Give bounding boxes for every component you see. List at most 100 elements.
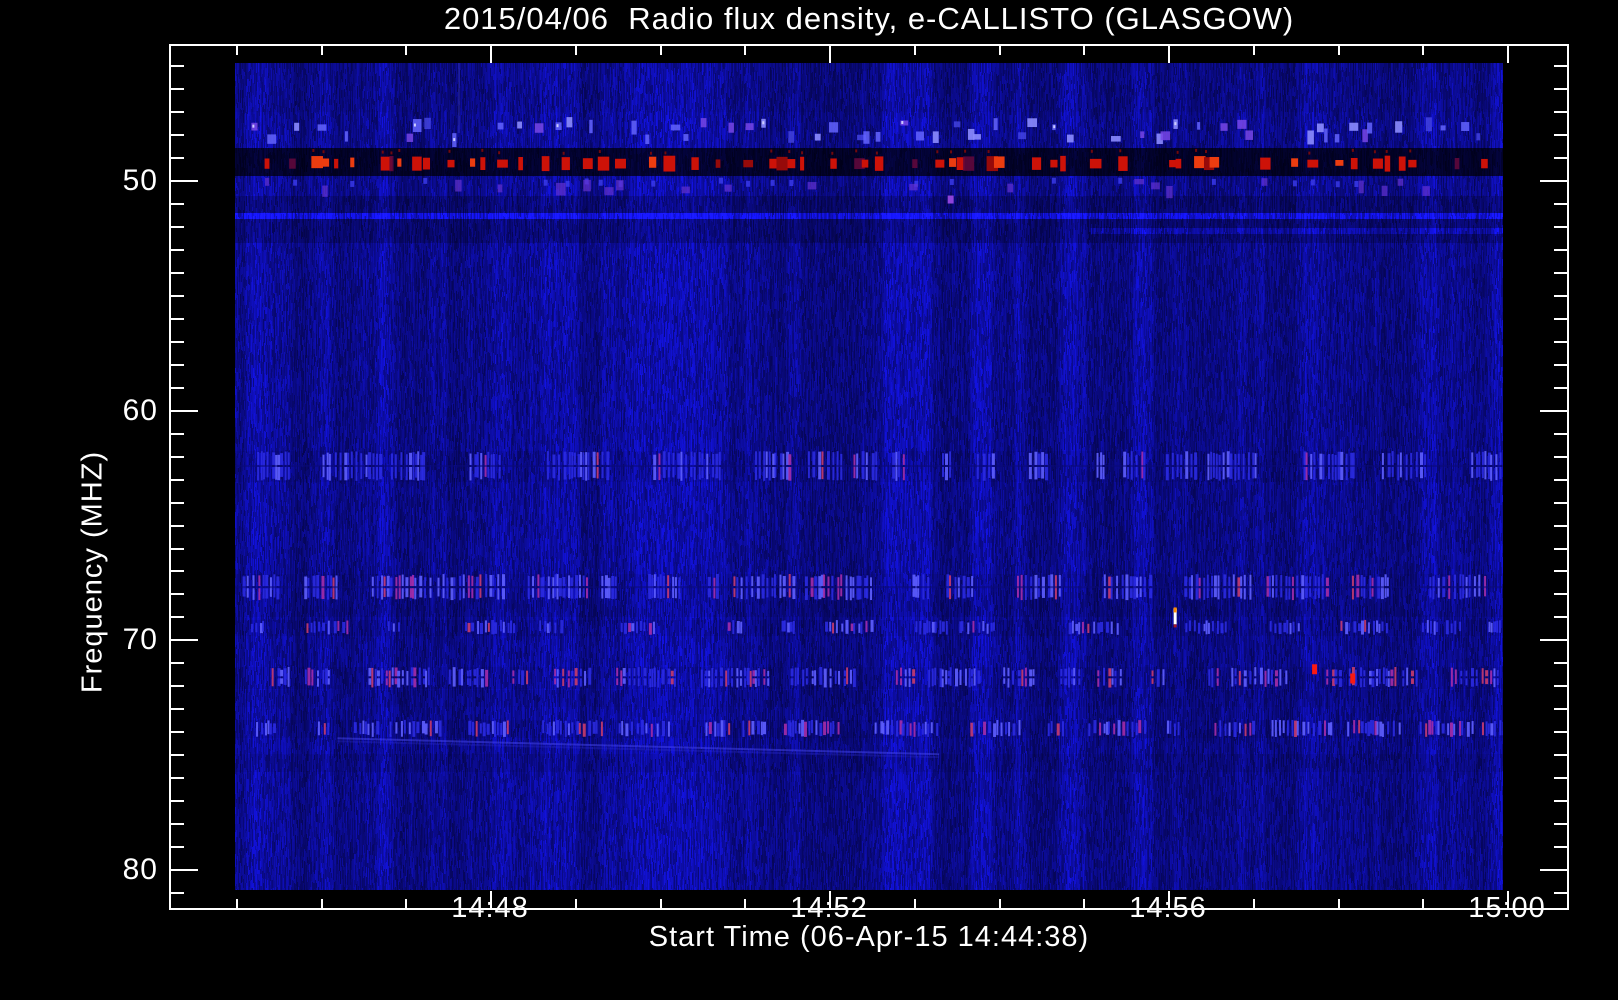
axis-tick bbox=[914, 899, 916, 908]
axis-tick bbox=[171, 318, 184, 320]
axis-tick bbox=[575, 899, 577, 908]
axis-tick bbox=[171, 134, 184, 136]
axis-tick bbox=[171, 272, 184, 274]
axis-tick bbox=[171, 364, 184, 366]
axis-tick bbox=[236, 899, 238, 908]
axis-tick bbox=[490, 46, 492, 63]
axis-tick bbox=[171, 685, 184, 687]
axis-tick bbox=[171, 639, 198, 641]
axis-tick bbox=[171, 525, 184, 527]
axis-tick bbox=[171, 846, 184, 848]
axis-tick bbox=[1338, 899, 1340, 908]
y-axis-title: Frequency (MHZ) bbox=[76, 450, 109, 694]
axis-tick bbox=[744, 899, 746, 908]
axis-tick bbox=[171, 65, 184, 67]
y-tick-label: 50 bbox=[122, 164, 158, 197]
axis-tick bbox=[1554, 800, 1567, 802]
axis-tick bbox=[171, 295, 184, 297]
axis-tick bbox=[1554, 226, 1567, 228]
axis-tick bbox=[1554, 364, 1567, 366]
axis-tick bbox=[171, 111, 184, 113]
spectrogram-canvas bbox=[235, 63, 1503, 890]
axis-tick bbox=[236, 46, 238, 55]
axis-tick bbox=[171, 88, 184, 90]
axis-tick bbox=[1554, 570, 1567, 572]
axis-tick bbox=[1554, 846, 1567, 848]
axis-tick bbox=[171, 823, 184, 825]
axis-tick bbox=[1554, 548, 1567, 550]
axis-tick bbox=[1554, 65, 1567, 67]
axis-tick bbox=[1554, 731, 1567, 733]
y-tick-label: 80 bbox=[122, 853, 158, 887]
axis-tick bbox=[660, 899, 662, 908]
axis-tick bbox=[829, 46, 831, 63]
axis-tick bbox=[1422, 899, 1424, 908]
axis-tick bbox=[1083, 899, 1085, 908]
axis-tick bbox=[1422, 46, 1424, 55]
axis-tick bbox=[171, 800, 184, 802]
axis-tick bbox=[914, 46, 916, 55]
axis-tick bbox=[171, 341, 184, 343]
axis-tick bbox=[171, 869, 198, 871]
axis-tick bbox=[171, 226, 184, 228]
axis-tick bbox=[1540, 410, 1567, 412]
axis-tick bbox=[1554, 525, 1567, 527]
axis-tick bbox=[1083, 46, 1085, 55]
axis-tick bbox=[1554, 593, 1567, 595]
axis-tick bbox=[1540, 869, 1567, 871]
axis-tick bbox=[1554, 754, 1567, 756]
axis-tick bbox=[1554, 341, 1567, 343]
axis-tick bbox=[171, 662, 184, 664]
axis-tick bbox=[1554, 823, 1567, 825]
axis-tick bbox=[1554, 134, 1567, 136]
axis-tick bbox=[575, 46, 577, 55]
axis-tick bbox=[1338, 46, 1340, 55]
axis-tick bbox=[1554, 387, 1567, 389]
axis-tick bbox=[1554, 708, 1567, 710]
axis-tick bbox=[1540, 639, 1567, 641]
axis-tick bbox=[171, 777, 184, 779]
axis-tick bbox=[1540, 180, 1567, 182]
axis-tick bbox=[171, 157, 184, 159]
axis-tick bbox=[1554, 111, 1567, 113]
axis-tick bbox=[1554, 272, 1567, 274]
axis-tick bbox=[1253, 899, 1255, 908]
axis-tick bbox=[171, 616, 184, 618]
axis-tick bbox=[1554, 157, 1567, 159]
x-axis-title: Start Time (06-Apr-15 14:44:38) bbox=[648, 921, 1090, 953]
axis-tick bbox=[1554, 433, 1567, 435]
axis-tick bbox=[1554, 685, 1567, 687]
axis-tick bbox=[321, 46, 323, 55]
y-tick-label: 60 bbox=[122, 393, 158, 427]
axis-tick bbox=[1554, 203, 1567, 205]
axis-tick bbox=[171, 479, 184, 481]
axis-tick bbox=[171, 203, 184, 205]
axis-tick bbox=[1554, 662, 1567, 664]
axis-tick bbox=[171, 570, 184, 572]
axis-tick bbox=[660, 46, 662, 55]
axis-tick bbox=[171, 731, 184, 733]
axis-tick bbox=[1554, 616, 1567, 618]
axis-tick bbox=[171, 593, 184, 595]
axis-tick bbox=[171, 708, 184, 710]
axis-tick bbox=[999, 46, 1001, 55]
axis-tick bbox=[1554, 318, 1567, 320]
axis-tick bbox=[1554, 777, 1567, 779]
axis-tick bbox=[999, 899, 1001, 908]
axis-tick bbox=[1554, 502, 1567, 504]
axis-tick bbox=[171, 754, 184, 756]
axis-tick bbox=[321, 899, 323, 908]
axis-tick bbox=[171, 502, 184, 504]
plot-title: 2015/04/06 Radio flux density, e-CALLIST… bbox=[443, 1, 1295, 36]
axis-tick bbox=[171, 180, 198, 182]
axis-tick bbox=[1554, 479, 1567, 481]
axis-tick bbox=[405, 899, 407, 908]
axis-tick bbox=[171, 892, 184, 894]
axis-tick bbox=[1554, 88, 1567, 90]
axis-tick bbox=[405, 46, 407, 55]
axis-tick bbox=[1554, 295, 1567, 297]
axis-tick bbox=[1554, 249, 1567, 251]
axis-tick bbox=[744, 46, 746, 55]
axis-tick bbox=[171, 387, 184, 389]
axis-tick bbox=[171, 456, 184, 458]
